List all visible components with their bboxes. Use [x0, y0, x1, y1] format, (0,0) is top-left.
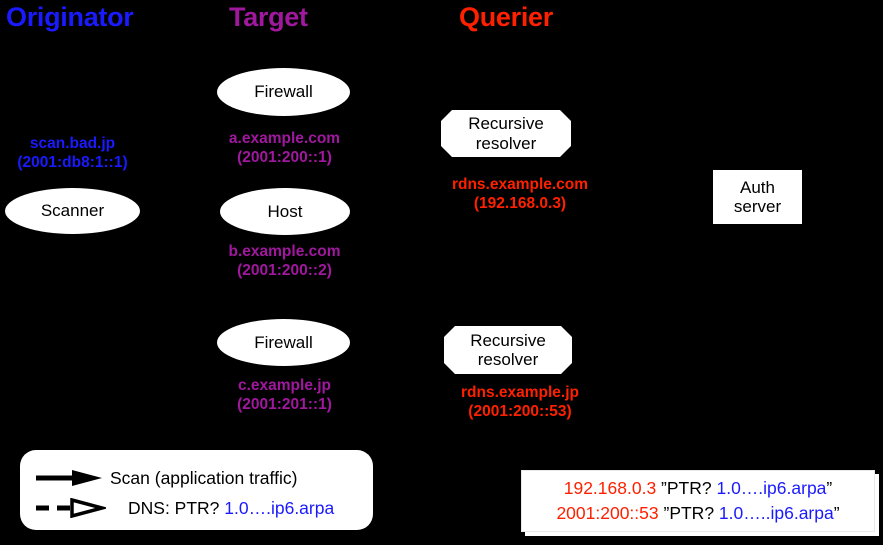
node-scanner-label: Scanner [40, 201, 105, 221]
caption-firewall-a: a.example.com (2001:200::1) [207, 130, 362, 168]
node-host-b[interactable]: Host [220, 188, 350, 235]
node-auth-server-label-line2: server [733, 197, 782, 216]
legend-label-dns-arpa: 1.0….ip6.arpa [224, 497, 335, 518]
caption-host-b: b.example.com (2001:200::2) [207, 243, 362, 281]
query-line-ipv6-quote-open: ”PTR? [658, 503, 719, 523]
query-line-ipv4-quote-open: ”PTR? [656, 477, 717, 498]
query-line-ipv6-address: 2001:200::53 [556, 503, 659, 523]
caption-resolver-jp-name: rdns.example.jp [460, 384, 579, 401]
query-line-ipv6: 2001:200::53 ”PTR? 1.0…..ip6.arpa” [556, 501, 839, 526]
query-line-ipv4-address: 192.168.0.3 [563, 477, 657, 498]
diagram-canvas: Originator Target Querier Scanner scan.b… [0, 0, 883, 545]
caption-firewall-a-address: (2001:200::1) [237, 148, 332, 166]
node-firewall-c[interactable]: Firewall [217, 319, 350, 366]
node-auth-server-label-line1: Auth [740, 177, 775, 197]
query-line-ipv6-arpa: 1.0…..ip6.arpa [718, 503, 834, 523]
query-box: 192.168.0.3 ”PTR? 1.0….ip6.arpa” 2001:20… [521, 470, 875, 532]
node-recursive-resolver-jp[interactable]: Recursive resolver [444, 326, 572, 374]
column-header-querier: Querier [459, 2, 553, 32]
node-recursive-resolver-jp-label-line2: resolver [477, 350, 539, 369]
query-line-ipv4-quote-close: ” [826, 477, 833, 498]
node-recursive-resolver-com-label-line1: Recursive [468, 114, 544, 134]
node-scanner[interactable]: Scanner [5, 188, 140, 234]
caption-resolver-jp: rdns.example.jp (2001:200::53) [430, 384, 610, 422]
caption-firewall-c-address: (2001:201::1) [237, 395, 332, 413]
node-recursive-resolver-jp-label-line1: Recursive [470, 330, 546, 350]
legend-row-scan: Scan (application traffic) [34, 463, 363, 493]
caption-resolver-jp-address: (2001:200::53) [468, 402, 572, 420]
solid-arrow-icon [34, 468, 110, 488]
dashed-arrow-icon [34, 498, 110, 518]
query-line-ipv6-quote-close: ” [833, 503, 840, 523]
node-recursive-resolver-com-label-line2: resolver [475, 133, 537, 153]
caption-firewall-a-name: a.example.com [228, 130, 341, 147]
legend-row-dns: DNS: PTR? 1.0….ip6.arpa [34, 493, 363, 523]
caption-scanner: scan.bad.jp (2001:db8:1::1) [0, 135, 145, 173]
node-host-b-label: Host [267, 201, 303, 221]
caption-resolver-com-address: (192.168.0.3) [473, 194, 567, 212]
caption-host-b-name: b.example.com [228, 243, 341, 260]
legend-label-scan: Scan (application traffic) [110, 467, 298, 488]
caption-firewall-c: c.example.jp (2001:201::1) [207, 377, 362, 415]
node-firewall-a[interactable]: Firewall [217, 68, 350, 116]
legend-box: Scan (application traffic) DNS: PTR? 1.0… [20, 450, 373, 530]
caption-host-b-address: (2001:200::2) [237, 261, 332, 279]
node-recursive-resolver-com[interactable]: Recursive resolver [441, 110, 571, 157]
query-line-ipv4: 192.168.0.3 ”PTR? 1.0….ip6.arpa” [564, 476, 833, 501]
node-firewall-c-label: Firewall [254, 332, 313, 352]
legend-label-dns-prefix: DNS: PTR? [128, 497, 225, 518]
caption-resolver-com: rdns.example.com (192.168.0.3) [430, 176, 610, 214]
caption-resolver-com-name: rdns.example.com [451, 176, 589, 193]
query-line-ipv4-arpa: 1.0….ip6.arpa [716, 477, 827, 498]
node-firewall-a-label: Firewall [254, 82, 313, 102]
column-header-originator: Originator [6, 2, 134, 32]
node-auth-server[interactable]: Auth server [713, 170, 802, 224]
caption-scanner-name: scan.bad.jp [29, 135, 116, 152]
legend-label-dns: DNS: PTR? 1.0….ip6.arpa [128, 498, 334, 519]
column-header-target: Target [229, 2, 308, 32]
caption-scanner-address: (2001:db8:1::1) [17, 153, 128, 171]
caption-firewall-c-name: c.example.jp [237, 377, 332, 394]
